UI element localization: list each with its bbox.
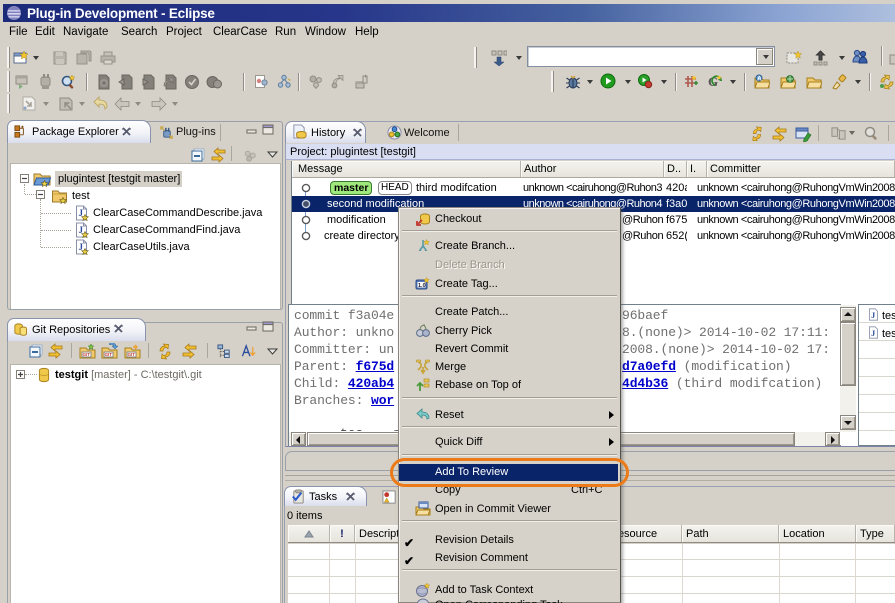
svg-text:GIT: GIT <box>105 352 113 357</box>
svg-text:GIT: GIT <box>83 352 91 357</box>
svg-text:J: J <box>871 329 875 338</box>
svg-text:1.0: 1.0 <box>418 283 426 289</box>
svg-text:GIT: GIT <box>128 352 136 357</box>
svg-text:J: J <box>871 311 875 320</box>
svg-text:A: A <box>757 77 762 83</box>
